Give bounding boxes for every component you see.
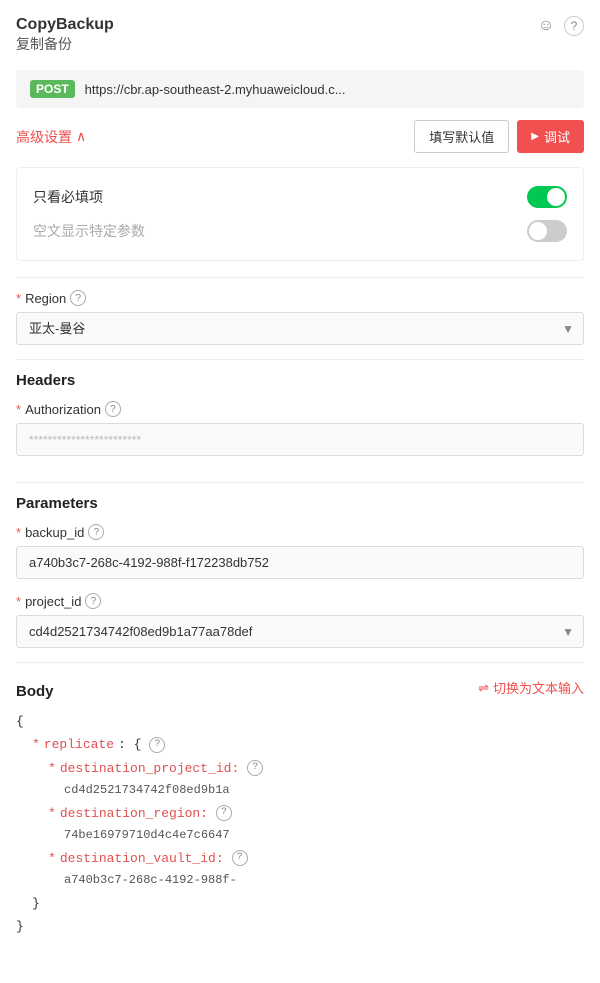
dest-vault-value-line: a740b3c7-268c-4192-988f-	[16, 870, 584, 892]
dest-project-key: destination_project_id:	[60, 757, 239, 780]
backup-id-field: * backup_id ?	[16, 524, 584, 593]
only-required-label: 只看必填项	[33, 187, 103, 207]
http-method-badge: POST	[30, 80, 75, 98]
dest-vault-star: *	[48, 847, 56, 870]
titles: CopyBackup 复制备份	[16, 16, 114, 66]
authorization-label-text: Authorization	[25, 402, 101, 417]
url-text: https://cbr.ap-southeast-2.myhuaweicloud…	[85, 82, 346, 97]
dest-project-star: *	[48, 757, 56, 780]
authorization-help-icon[interactable]: ?	[105, 401, 121, 417]
only-required-slider	[527, 186, 567, 208]
replicate-help-icon[interactable]: ?	[149, 737, 165, 753]
dest-vault-help-icon[interactable]: ?	[232, 850, 248, 866]
parameters-section-title: Parameters	[16, 495, 584, 512]
options-panel: 只看必填项 空文显示特定参数	[16, 167, 584, 261]
dest-region-star: *	[48, 802, 56, 825]
dest-vault-id-value: a740b3c7-268c-4192-988f-	[64, 870, 237, 892]
region-select-wrapper: 亚太-曼谷 华北-北京 华东-上海 ▼	[16, 312, 584, 345]
body-section: Body ⇌ 切换为文本输入 { * replicate : { ? * des…	[16, 675, 584, 939]
region-field: * Region ? 亚太-曼谷 华北-北京 华东-上海 ▼	[16, 290, 584, 345]
show-empty-row: 空文显示特定参数	[33, 214, 567, 248]
authorization-label: * Authorization ?	[16, 401, 584, 417]
backup-id-label-text: backup_id	[25, 525, 84, 540]
headers-section-title: Headers	[16, 372, 584, 389]
outer-close-brace-text: }	[16, 915, 24, 938]
url-bar: POST https://cbr.ap-southeast-2.myhuawei…	[16, 70, 584, 108]
page-container: CopyBackup 复制备份 ☺ ? POST https://cbr.ap-…	[16, 16, 584, 939]
outer-close-brace: }	[16, 915, 584, 938]
body-open-brace: {	[16, 710, 584, 733]
dest-region-value-line: 74be16979710d4c4e7c6647	[16, 825, 584, 847]
parameters-section: Parameters * backup_id ? * project_id ? …	[16, 495, 584, 648]
open-brace-text: {	[16, 710, 24, 733]
advanced-label-text: 高级设置	[16, 127, 72, 147]
switch-to-text-button[interactable]: ⇌ 切换为文本输入	[478, 678, 584, 697]
headers-section: Headers * Authorization ?	[16, 372, 584, 470]
body-code-block: { * replicate : { ? * destination_projec…	[16, 710, 584, 939]
region-label-text: Region	[25, 291, 66, 306]
dest-vault-line: * destination_vault_id: ?	[16, 847, 584, 870]
divider-3	[16, 482, 584, 483]
region-select[interactable]: 亚太-曼谷 华北-北京 华东-上海	[16, 312, 584, 345]
backup-id-help-icon[interactable]: ?	[88, 524, 104, 540]
region-label: * Region ?	[16, 290, 584, 306]
advanced-settings-row: 高级设置 ∧ 填写默认值 调试	[16, 120, 584, 153]
project-id-select[interactable]: cd4d2521734742f08ed9b1a77aa78def	[16, 615, 584, 648]
divider-4	[16, 662, 584, 663]
body-header: Body ⇌ 切换为文本输入	[16, 675, 584, 700]
help-icon[interactable]: ?	[564, 16, 584, 36]
fill-default-button[interactable]: 填写默认值	[414, 120, 509, 153]
only-required-row: 只看必填项	[33, 180, 567, 214]
project-id-help-icon[interactable]: ?	[85, 593, 101, 609]
only-required-toggle[interactable]	[527, 186, 567, 208]
divider-1	[16, 277, 584, 278]
auth-required-star: *	[16, 402, 21, 417]
backup-id-required-star: *	[16, 525, 21, 540]
backup-id-label: * backup_id ?	[16, 524, 584, 540]
divider-2	[16, 359, 584, 360]
show-empty-toggle[interactable]	[527, 220, 567, 242]
dest-project-id-line: * destination_project_id: ?	[16, 757, 584, 780]
smile-icon[interactable]: ☺	[536, 16, 556, 36]
switch-label: 切换为文本输入	[493, 678, 584, 697]
project-id-label-text: project_id	[25, 594, 81, 609]
header-icons: ☺ ?	[536, 16, 584, 36]
replicate-key: replicate	[44, 733, 114, 756]
backup-id-input[interactable]	[16, 546, 584, 579]
dest-region-line: * destination_region: ?	[16, 802, 584, 825]
dest-region-value: 74be16979710d4c4e7c6647	[64, 825, 230, 847]
chevron-up-icon: ∧	[76, 128, 86, 145]
toolbar-buttons: 填写默认值 调试	[414, 120, 584, 153]
replicate-star: *	[32, 733, 40, 756]
page-header: CopyBackup 复制备份 ☺ ?	[16, 16, 584, 66]
project-id-required-star: *	[16, 594, 21, 609]
switch-icon: ⇌	[478, 680, 489, 696]
region-required-star: *	[16, 291, 21, 306]
dest-project-id-value: cd4d2521734742f08ed9b1a	[64, 780, 230, 802]
body-section-title: Body	[16, 683, 54, 700]
dest-project-help-icon[interactable]: ?	[247, 760, 263, 776]
dest-region-help-icon[interactable]: ?	[216, 805, 232, 821]
advanced-settings-toggle[interactable]: 高级设置 ∧	[16, 127, 86, 147]
dest-vault-key: destination_vault_id:	[60, 847, 224, 870]
title-chinese: 复制备份	[16, 34, 114, 54]
project-id-select-wrapper: cd4d2521734742f08ed9b1a77aa78def ▼	[16, 615, 584, 648]
replicate-line: * replicate : { ?	[16, 733, 584, 756]
inner-close-brace: }	[16, 892, 584, 915]
authorization-field: * Authorization ?	[16, 401, 584, 470]
title-english: CopyBackup	[16, 16, 114, 34]
dest-project-value-line: cd4d2521734742f08ed9b1a	[16, 780, 584, 802]
show-empty-label: 空文显示特定参数	[33, 221, 145, 241]
project-id-label: * project_id ?	[16, 593, 584, 609]
region-help-icon[interactable]: ?	[70, 290, 86, 306]
inner-close-brace-text: }	[32, 892, 40, 915]
replicate-colon: : {	[118, 733, 141, 756]
dest-region-key: destination_region:	[60, 802, 208, 825]
debug-button[interactable]: 调试	[517, 120, 584, 153]
authorization-input[interactable]	[16, 423, 584, 456]
project-id-field: * project_id ? cd4d2521734742f08ed9b1a77…	[16, 593, 584, 648]
show-empty-slider	[527, 220, 567, 242]
